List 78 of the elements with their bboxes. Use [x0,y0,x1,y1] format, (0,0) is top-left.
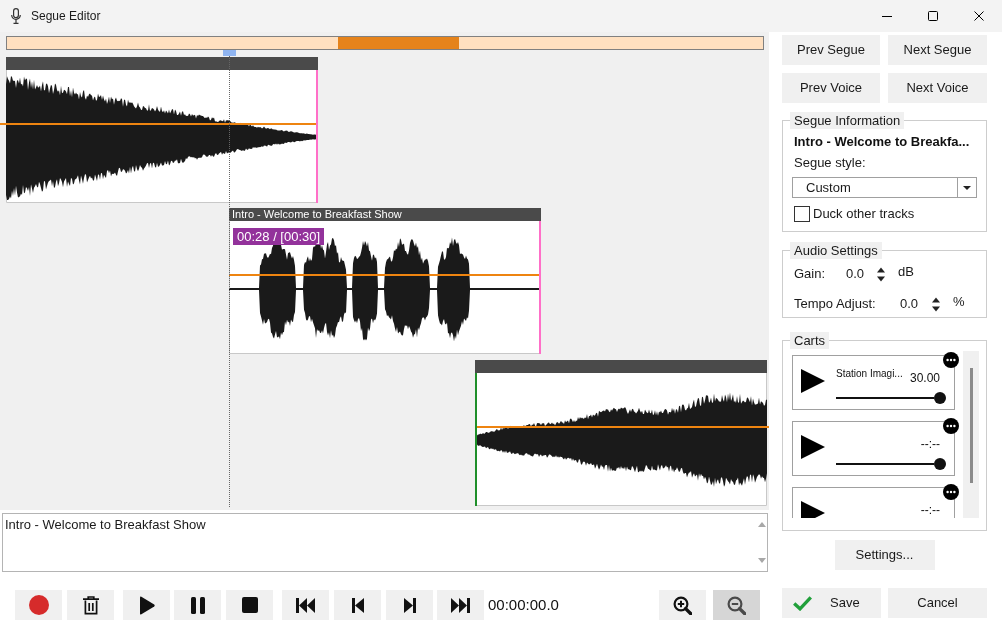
record-button[interactable] [15,590,62,620]
skip-to-end-button[interactable] [437,590,484,620]
skip-to-end-icon[interactable] [451,597,470,613]
more-options-icon[interactable] [943,352,959,368]
scrollbar-thumb[interactable] [969,368,973,483]
caret-icon[interactable] [963,185,971,190]
checkbox[interactable] [794,206,810,222]
start-marker-line[interactable] [475,373,477,506]
skip-to-start-icon[interactable] [296,597,315,613]
previous-button[interactable] [334,590,381,620]
trash-icon[interactable] [82,595,99,615]
time-display: 00:00:00.0 [488,596,559,614]
close-icon[interactable] [974,11,984,21]
settings-button[interactable]: Settings... [834,540,935,570]
play-icon[interactable] [801,435,825,459]
play-icon[interactable] [801,369,825,393]
record-icon[interactable] [28,595,49,615]
next-segue-button[interactable]: Next Segue [888,35,987,65]
minimize-icon[interactable] [882,15,892,17]
slider-thumb[interactable] [934,458,946,470]
slider-thumb[interactable] [934,392,946,404]
more-options-icon[interactable] [943,418,959,434]
cart-duration: --:-- [920,503,940,517]
scrollbar[interactable] [963,351,979,518]
group-legend: Segue Information [790,112,905,129]
cart-title: Station Imagi... [836,368,903,380]
zoom-out-icon[interactable] [727,595,746,615]
group-legend: Audio Settings [790,242,882,259]
next-voice-button[interactable]: Next Voice [888,73,987,103]
checkmark-icon [793,595,812,611]
time-badge: 00:28 / [00:30] [233,228,325,245]
end-marker-line[interactable] [316,70,318,203]
field-label: Tempo Adjust: [794,296,877,312]
previous-segue-button[interactable]: Prev Segue [782,35,880,65]
checkbox-label: Duck other tracks [813,206,915,222]
next-button[interactable] [386,590,433,620]
zoom-in-button[interactable] [659,590,706,620]
stop-button[interactable] [226,590,273,620]
notes-field[interactable]: Intro - Welcome to Breakfast Show [2,513,768,572]
window-title: Segue Editor [31,8,101,24]
value-field[interactable]: 0.0 [900,296,932,312]
track-title-bar[interactable]: Intro - Welcome to Breakfast Show [229,208,541,221]
unit-label: dB [898,264,914,280]
track-header[interactable] [6,57,318,70]
delete-button[interactable] [67,590,114,620]
cancel-button[interactable]: Cancel [888,588,987,618]
segue-style-dropdown[interactable]: Custom [792,177,977,198]
segue-title: Intro - Welcome to Breakfa... [794,134,971,150]
maximize-icon[interactable] [928,11,938,21]
track-header[interactable] [475,360,767,373]
step-back-icon[interactable] [351,597,364,613]
cart-duration: 30.00 [909,371,940,385]
unit-label: % [953,294,965,310]
timeline-overview[interactable] [6,36,764,50]
value-field[interactable]: 0.0 [846,266,877,282]
spinner-arrows-icon[interactable] [932,296,940,312]
microphone-icon [11,8,21,24]
skip-to-start-button[interactable] [282,590,329,620]
cart-duration: --:-- [920,437,940,451]
pause-button[interactable] [174,590,221,620]
play-button[interactable] [123,590,170,620]
field-label: Gain: [794,266,827,282]
play-icon[interactable] [138,595,155,615]
play-icon[interactable] [801,501,825,518]
group-legend: Carts [790,332,830,349]
step-forward-icon[interactable] [403,597,416,613]
stop-icon[interactable] [241,597,258,613]
visible-range-marker[interactable] [338,37,459,49]
save-button[interactable]: Save [782,588,881,618]
segue-style-label: Segue style: [794,155,867,171]
zoom-in-icon[interactable] [673,595,692,615]
zoom-out-button[interactable] [713,590,760,620]
more-options-icon[interactable] [943,484,959,500]
previous-voice-button[interactable]: Prev Voice [782,73,880,103]
pause-icon[interactable] [190,596,205,614]
spinner-arrows-icon[interactable] [877,266,885,282]
end-marker-line[interactable] [539,221,541,354]
playhead-handle[interactable] [223,50,236,56]
